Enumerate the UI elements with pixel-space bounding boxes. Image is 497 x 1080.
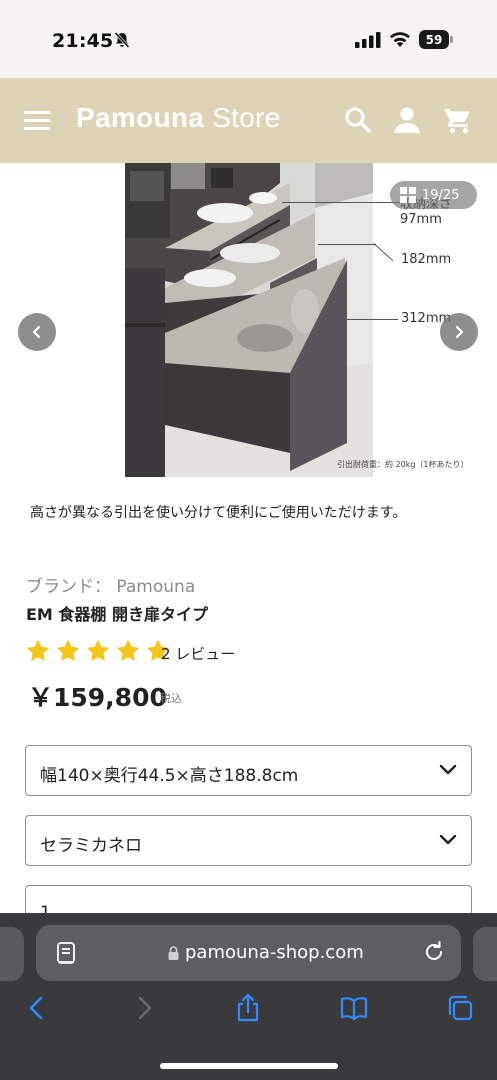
review-count[interactable]: 2 レビュー xyxy=(161,643,235,664)
star-icon xyxy=(56,639,80,661)
url-text-wrapper: pamouna-shop.com xyxy=(168,942,364,963)
battery-level: 59 xyxy=(419,30,449,49)
gallery-counter: 19/25 xyxy=(422,187,460,203)
chevron-left-icon xyxy=(32,325,41,339)
reload-icon[interactable] xyxy=(421,939,447,965)
address-bar[interactable]: pamouna-shop.com xyxy=(36,925,461,981)
dimension-line-182mm-diag xyxy=(373,243,394,262)
store-logo[interactable]: Pamouna Store xyxy=(76,102,281,134)
dimension-line-312mm xyxy=(345,319,398,320)
dimension-line-97mm xyxy=(282,202,400,203)
url-text: pamouna-shop.com xyxy=(185,942,364,963)
star-icon xyxy=(116,639,140,661)
logo-suffix: Store xyxy=(212,102,281,133)
bookmarks-icon[interactable] xyxy=(339,993,369,1023)
size-select-value: 幅140×奥行44.5×高さ188.8cm xyxy=(40,766,299,786)
account-icon[interactable] xyxy=(393,106,421,134)
battery-icon: 59 xyxy=(419,30,453,49)
page-menu-icon[interactable] xyxy=(56,941,78,965)
gallery-prev-button[interactable] xyxy=(18,313,56,351)
product-title: EM 食器棚 開き扉タイプ xyxy=(26,605,208,624)
lock-icon xyxy=(168,945,179,960)
cellular-signal-icon xyxy=(355,32,381,48)
forward-icon[interactable] xyxy=(129,993,159,1023)
battery-cap xyxy=(450,36,453,43)
color-select[interactable]: セラミカネロ xyxy=(25,815,472,866)
status-time: 21:45 xyxy=(52,30,114,52)
gallery-counter-badge[interactable]: 19/25 xyxy=(390,181,477,209)
grid-icon xyxy=(400,187,416,203)
status-bar: 21:45 59 xyxy=(0,0,497,78)
star-icon xyxy=(26,639,50,661)
size-select[interactable]: 幅140×奥行44.5×高さ188.8cm xyxy=(25,745,472,796)
product-image[interactable] xyxy=(125,163,373,477)
cart-icon[interactable] xyxy=(444,106,472,134)
logo-name: Pamouna xyxy=(76,102,205,133)
gallery-next-button[interactable] xyxy=(440,313,478,351)
dimension-label-182mm: 182mm xyxy=(401,252,452,267)
rating-stars[interactable] xyxy=(26,639,176,663)
search-icon[interactable] xyxy=(344,106,372,134)
dimension-line-182mm xyxy=(318,244,376,245)
browser-bottom-bar: pamouna-shop.com xyxy=(0,913,497,1080)
load-capacity-note: 引出耐荷重：約 20kg（1杯あたり） xyxy=(337,460,469,469)
home-indicator xyxy=(160,1063,338,1069)
product-brand[interactable]: ブランド： Pamouna xyxy=(26,572,195,597)
chevron-down-icon xyxy=(439,834,457,845)
chevron-down-icon xyxy=(439,764,457,775)
color-select-value: セラミカネロ xyxy=(40,836,142,856)
bell-off-icon xyxy=(114,31,130,49)
star-icon xyxy=(86,639,110,661)
back-icon[interactable] xyxy=(22,993,52,1023)
hamburger-menu-icon[interactable] xyxy=(24,109,50,131)
site-header: Pamouna Store xyxy=(0,78,497,163)
tabs-icon[interactable] xyxy=(445,993,475,1023)
wifi-icon xyxy=(390,32,410,47)
product-price: ￥159,800 xyxy=(28,683,167,712)
page: 21:45 59 Pamouna Store 97mm 182mm 312mm … xyxy=(0,0,497,1080)
next-tab-preview[interactable] xyxy=(473,927,497,981)
image-caption: 高さが異なる引出を使い分けて便利にご使用いただけます。 xyxy=(30,505,407,521)
chevron-right-icon xyxy=(455,325,464,339)
share-icon[interactable] xyxy=(233,993,263,1023)
product-gallery: 収納深さ97mm 182mm 312mm 引出耐荷重：約 20kg（1杯あたり）… xyxy=(0,163,497,481)
previous-tab-preview[interactable] xyxy=(0,927,24,981)
tax-note: 税込 xyxy=(160,692,182,705)
